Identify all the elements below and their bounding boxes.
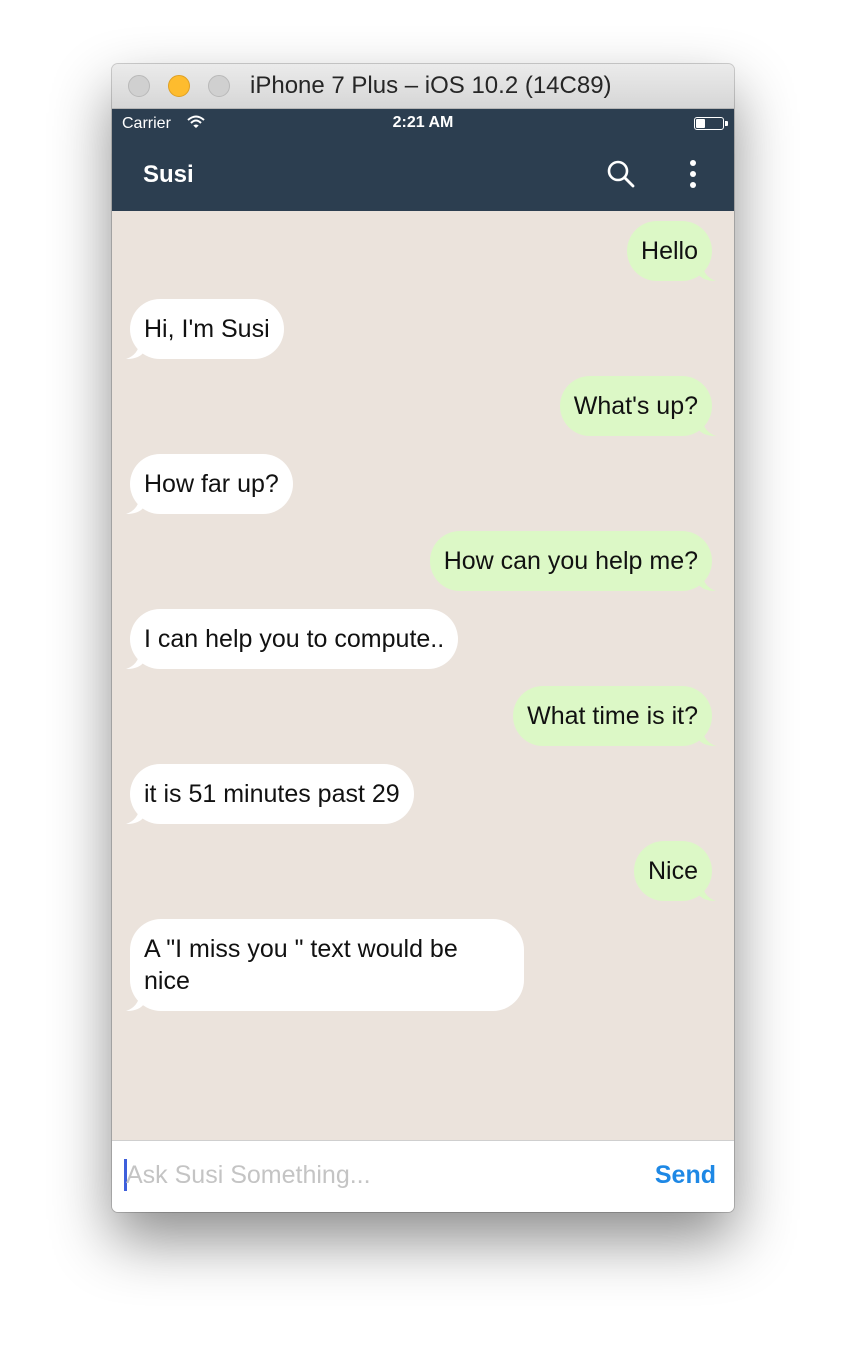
- bubble-tail: [698, 729, 716, 746]
- outgoing-message-bubble: How can you help me?: [429, 531, 712, 591]
- incoming-message-bubble: I can help you to compute..: [130, 609, 459, 669]
- window-title: iPhone 7 Plus – iOS 10.2 (14C89): [250, 72, 612, 99]
- app-bar: Susi: [112, 139, 734, 211]
- send-button[interactable]: Send: [655, 1161, 716, 1190]
- bubble-tail: [126, 342, 144, 359]
- zoom-window-button[interactable]: [208, 75, 230, 97]
- incoming-message-bubble: Hi, I'm Susi: [130, 299, 284, 359]
- minimize-window-button[interactable]: [168, 75, 190, 97]
- bubble-tail: [698, 884, 716, 901]
- bubble-tail: [126, 807, 144, 824]
- close-window-button[interactable]: [128, 75, 150, 97]
- more-vert-icon[interactable]: [678, 159, 708, 189]
- incoming-message-bubble: it is 51 minutes past 29: [130, 764, 414, 824]
- composer-bar: Send: [112, 1140, 734, 1212]
- bubble-tail: [126, 497, 144, 514]
- message-list[interactable]: Hello Hi, I'm Susi What's up? How far up? Ho…: [112, 211, 734, 1140]
- simulator-window: iPhone 7 Plus – iOS 10.2 (14C89) Carrier…: [112, 64, 734, 1212]
- bubble-tail: [126, 994, 144, 1011]
- window-titlebar: iPhone 7 Plus – iOS 10.2 (14C89): [112, 64, 734, 109]
- message-input[interactable]: [126, 1155, 626, 1195]
- bubble-tail: [126, 652, 144, 669]
- outgoing-message-bubble: What time is it?: [513, 686, 712, 746]
- outgoing-message-bubble: What's up?: [559, 376, 712, 436]
- bubble-tail: [698, 574, 716, 591]
- bubble-tail: [698, 264, 716, 281]
- incoming-message-bubble: A "I miss you " text would be nice: [130, 919, 524, 1011]
- incoming-message-bubble: How far up?: [130, 454, 293, 514]
- battery-icon: [694, 117, 728, 130]
- search-icon[interactable]: [606, 159, 636, 189]
- bubble-tail: [698, 419, 716, 436]
- app-title: Susi: [143, 161, 194, 188]
- status-bar: Carrier 2:21 AM: [112, 109, 734, 139]
- status-time: 2:21 AM: [392, 114, 454, 131]
